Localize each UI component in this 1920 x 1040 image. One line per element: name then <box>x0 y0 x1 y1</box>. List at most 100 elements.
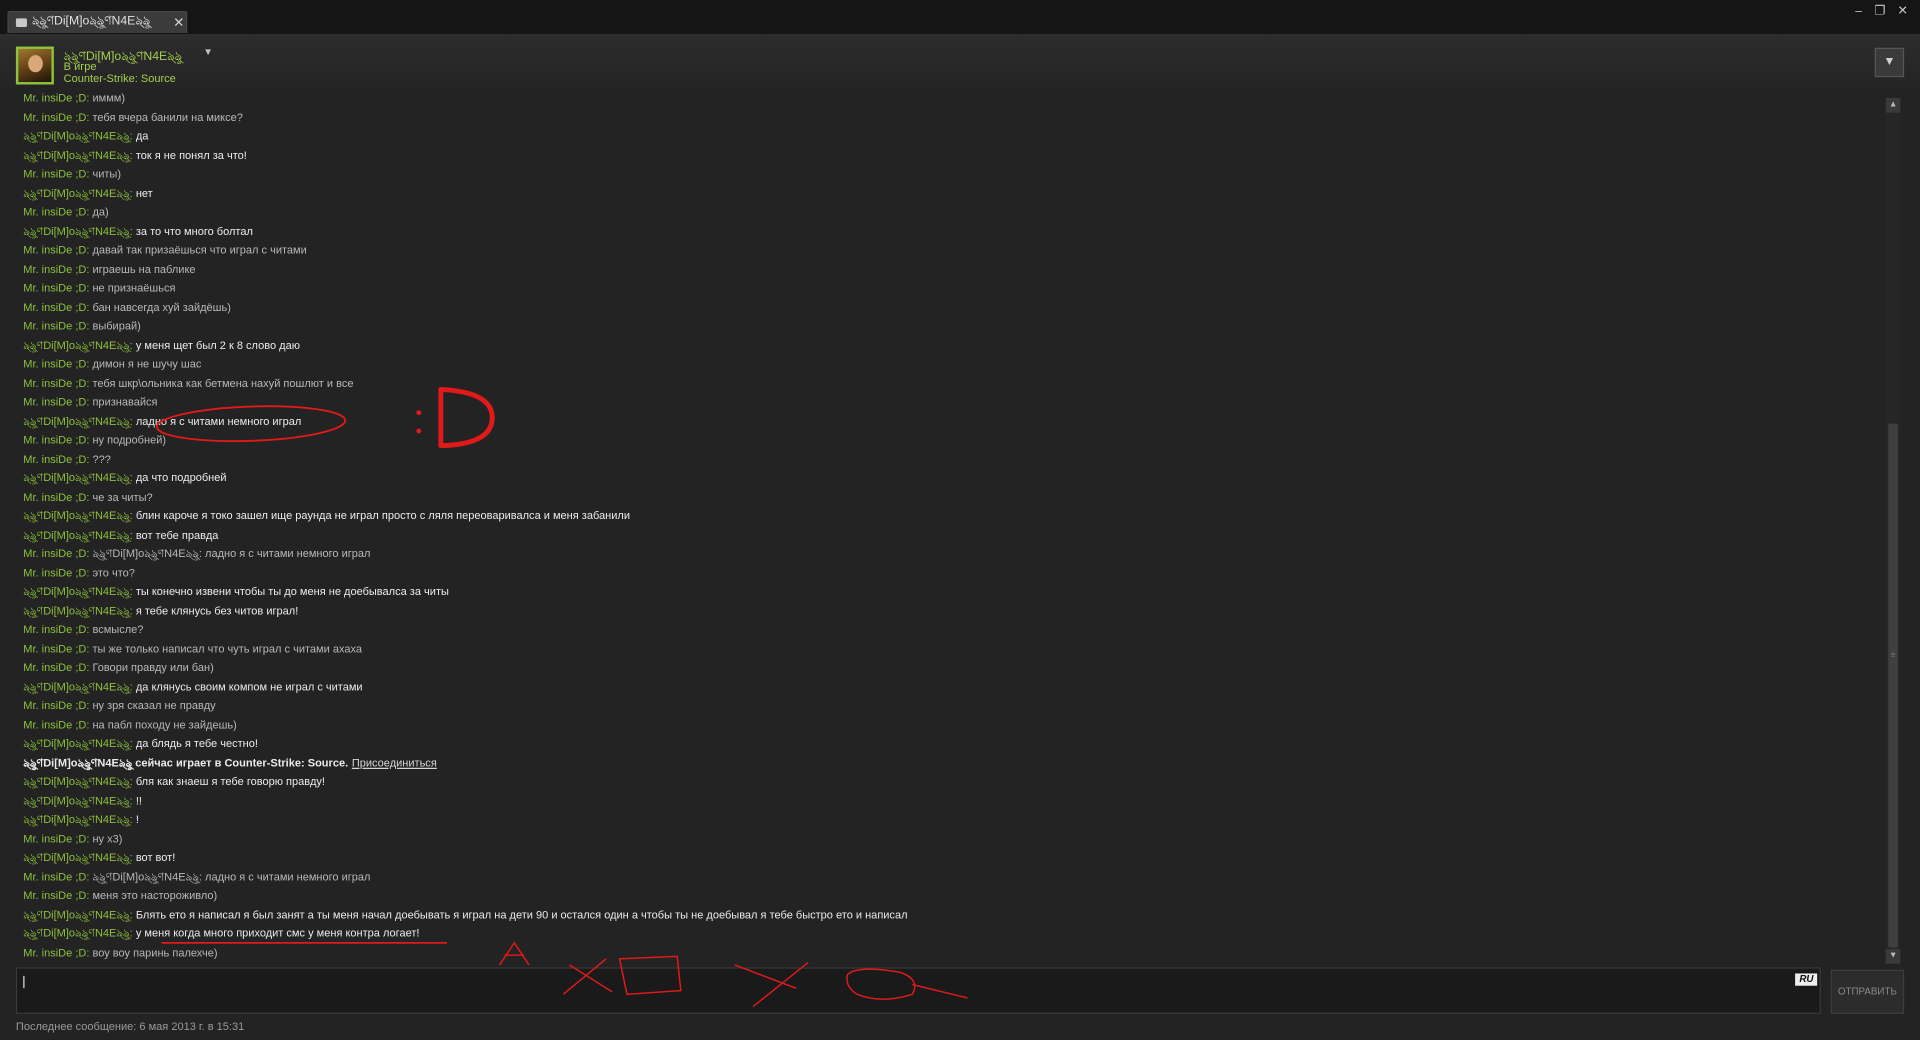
message-sender[interactable]: Mr. insiDe ;D: <box>23 699 89 711</box>
message-text: не признаёшься <box>89 281 176 294</box>
message-text: да) <box>89 205 109 218</box>
message-sender[interactable]: Mr. insiDe ;D: <box>23 320 89 332</box>
scroll-thumb[interactable]: ≡ <box>1888 423 1898 948</box>
chat-message: Mr. insiDe ;D: димон я не шучу шас <box>23 355 201 372</box>
message-sender[interactable]: ঌ্ৡ্ণDi[M]oঌ্ৡ্ণN4Eঌ্ৡ্: <box>23 509 132 521</box>
message-sender[interactable]: ঌ্ৡ্ণDi[M]oঌ্ৡ্ণN4Eঌ্ৡ্: <box>23 813 132 825</box>
message-sender[interactable]: Mr. insiDe ;D: <box>23 946 89 958</box>
message-sender[interactable]: ঌ্ৡ্ণDi[M]oঌ্ৡ্ণN4Eঌ্ৡ্: <box>23 604 132 616</box>
message-text: да клянусь своим компом не играл с читам… <box>132 680 363 693</box>
last-message-timestamp: Последнее сообщение: 6 мая 2013 г. в 15:… <box>15 1020 245 1033</box>
text-caret <box>23 975 25 989</box>
chat-message: Mr. insiDe ;D: ঌ্ৡ্ণDi[M]oঌ্ৡ্ণN4Eঌ্ৡ্: … <box>23 545 370 562</box>
message-sender[interactable]: ঌ্ৡ্ণDi[M]oঌ্ৡ্ণN4Eঌ্ৡ্: <box>23 680 132 692</box>
chat-message: Mr. insiDe ;D: всмысле? <box>23 621 143 638</box>
message-sender[interactable]: ঌ্ৡ্ণDi[M]oঌ্ৡ্ণN4Eঌ্ৡ্: <box>23 471 132 483</box>
message-sender[interactable]: Mr. insiDe ;D: <box>23 358 89 370</box>
chat-message: ঌ্ৡ্ণDi[M]oঌ্ৡ্ণN4Eঌ্ৡ্ сейчас играет в … <box>23 754 437 771</box>
chat-scrollbar[interactable]: ▲ ≡ ▼ <box>1885 97 1901 964</box>
chat-message: ঌ্ৡ্ণDi[M]oঌ্ৡ্ণN4Eঌ্ৡ্: !! <box>23 792 142 809</box>
message-text: ну х3) <box>89 832 123 845</box>
message-sender[interactable]: ঌ্ৡ্ণDi[M]oঌ্ৡ্ণN4Eঌ্ৡ্: <box>23 775 132 787</box>
minimize-button[interactable]: ‒ <box>1855 5 1862 18</box>
message-text: бан навсегда хуй зайдёшь) <box>89 300 231 313</box>
chat-message: ঌ্ৡ্ণDi[M]oঌ্ৡ্ণN4Eঌ্ৡ্: да блядь я тебе… <box>23 735 258 752</box>
restore-button[interactable]: ❐ <box>1874 5 1885 18</box>
message-sender[interactable]: Mr. insiDe ;D: <box>23 168 89 180</box>
message-sender[interactable]: ঌ্ৡ্ণDi[M]oঌ্ৡ্ণN4Eঌ্ৡ্: <box>23 187 132 199</box>
send-button[interactable]: ОТПРАВИТЬ <box>1830 969 1905 1014</box>
message-sender[interactable]: Mr. insiDe ;D: <box>23 718 89 730</box>
message-sender[interactable]: Mr. insiDe ;D: <box>23 244 89 256</box>
friend-avatar[interactable] <box>15 46 54 85</box>
message-text: ! <box>132 813 139 826</box>
message-text: играешь на паблике <box>89 262 196 275</box>
message-text: меня это настороживло) <box>89 888 218 902</box>
scroll-down-icon[interactable]: ▼ <box>1885 948 1901 964</box>
chat-message: Mr. insiDe ;D: на пабл походу не зайдешь… <box>23 716 237 733</box>
message-sender[interactable]: Mr. insiDe ;D: <box>23 433 89 445</box>
message-text: это что? <box>89 566 135 579</box>
close-window-button[interactable]: ✕ <box>1897 5 1907 18</box>
message-sender[interactable]: ঌ্ৡ্ণDi[M]oঌ্ৡ্ণN4Eঌ্ৡ্: <box>23 585 132 597</box>
message-sender[interactable]: Mr. insiDe ;D: <box>23 92 89 104</box>
message-sender[interactable]: Mr. insiDe ;D: <box>23 263 89 275</box>
friend-game: Counter-Strike: Source <box>63 72 176 85</box>
chat-menu-button[interactable]: ▼ <box>1874 47 1905 78</box>
chat-message: ঌ্ৡ্ণDi[M]oঌ্ৡ্ণN4Eঌ্ৡ্: за то что много… <box>23 222 253 239</box>
message-sender[interactable]: Mr. insiDe ;D: <box>23 452 89 464</box>
message-sender[interactable]: ঌ্ৡ্ণDi[M]oঌ্ৡ্ণN4Eঌ্ৡ্: <box>23 339 132 351</box>
message-sender[interactable]: ঌ্ৡ্ণDi[M]oঌ্ৡ্ণN4Eঌ্ৡ্: <box>23 794 132 806</box>
message-sender[interactable]: ঌ্ৡ্ণDi[M]oঌ্ৡ্ণN4Eঌ্ৡ্: <box>23 414 132 426</box>
scroll-up-icon[interactable]: ▲ <box>1885 97 1901 113</box>
message-input[interactable]: RU <box>15 967 1821 1014</box>
title-bar: ঌ্ৡ্ণDi[M]oঌ্ৡ্ণN4Eঌ্ৡ্ ✕ ‒ ❐ ✕ <box>0 0 1920 35</box>
message-sender[interactable]: ঌ্ৡ্ণDi[M]oঌ্ৡ্ণN4Eঌ্ৡ্: <box>23 927 132 939</box>
message-sender[interactable]: ঌ্ৡ্ণDi[M]oঌ্ৡ্ণN4Eঌ্ৡ্: <box>23 737 132 749</box>
message-sender[interactable]: Mr. insiDe ;D: <box>23 301 89 313</box>
chat-tab[interactable]: ঌ্ৡ্ণDi[M]oঌ্ৡ্ণN4Eঌ্ৡ্ ✕ <box>7 11 188 34</box>
friend-dropdown-icon[interactable]: ▼ <box>203 47 213 58</box>
message-text: вот тебе правда <box>132 528 219 541</box>
message-sender[interactable]: ঌ্ৡ্ণDi[M]oঌ্ৡ্ণN4Eঌ্ৡ্: <box>23 149 132 161</box>
chat-message: Mr. insiDe ;D: бан навсегда хуй зайдёшь) <box>23 298 231 315</box>
message-sender[interactable]: Mr. insiDe ;D: <box>23 889 89 901</box>
message-sender[interactable]: Mr. insiDe ;D: <box>23 661 89 673</box>
message-sender[interactable]: ঌ্ৡ্ণDi[M]oঌ্ৡ্ণN4Eঌ্ৡ্ <box>23 756 132 768</box>
message-text: ну подробней) <box>89 433 167 446</box>
message-text: читы) <box>89 167 122 181</box>
message-sender[interactable]: Mr. insiDe ;D: <box>23 547 89 559</box>
message-sender[interactable]: Mr. insiDe ;D: <box>23 623 89 635</box>
friend-status: В игре <box>63 60 97 73</box>
chat-message: ঌ্ৡ্ণDi[M]oঌ্ৡ্ণN4Eঌ্ৡ্: нет <box>23 184 152 201</box>
message-sender[interactable]: Mr. insiDe ;D: <box>23 870 89 882</box>
message-sender[interactable]: ঌ্ৡ্ণDi[M]oঌ্ৡ্ণN4Eঌ্ৡ্: <box>23 528 132 540</box>
message-text: на пабл походу не зайдешь) <box>89 718 237 731</box>
chat-message: Mr. insiDe ;D: ты же только написал что … <box>23 640 362 657</box>
message-text: иммм) <box>89 91 126 105</box>
message-sender[interactable]: Mr. insiDe ;D: <box>23 206 89 218</box>
chat-message: ঌ্ৡ্ণDi[M]oঌ্ৡ্ণN4Eঌ্ৡ্: ладно я с читам… <box>23 412 301 429</box>
message-sender[interactable]: ঌ্ৡ্ণDi[M]oঌ্ৡ্ণN4Eঌ্ৡ্: <box>23 851 132 863</box>
message-sender[interactable]: Mr. insiDe ;D: <box>23 111 89 123</box>
join-game-link[interactable]: Присоединиться <box>352 756 437 768</box>
message-text: ঌ্ৡ্ণDi[M]oঌ্ৡ্ণN4Eঌ্ৡ্: ладно я с читам… <box>89 870 371 883</box>
chat-message: Mr. insiDe ;D: не признаёшься <box>23 279 175 296</box>
chat-message: ঌ্ৡ্ণDi[M]oঌ্ৡ্ণN4Eঌ্ৡ্: блин кароче я т… <box>23 507 630 524</box>
message-sender[interactable]: ঌ্ৡ্ণDi[M]oঌ্ৡ্ণN4Eঌ্ৡ্: <box>23 130 132 142</box>
message-sender[interactable]: Mr. insiDe ;D: <box>23 642 89 654</box>
message-text: ну зря сказал не правду <box>89 699 216 712</box>
message-sender[interactable]: ঌ্ৡ্ণDi[M]oঌ্ৡ্ণN4Eঌ্ৡ্: <box>23 908 132 920</box>
chat-message: Mr. insiDe ;D: читы) <box>23 165 121 182</box>
message-text: воу воу паринь палехче) <box>89 945 218 959</box>
message-sender[interactable]: Mr. insiDe ;D: <box>23 282 89 294</box>
message-sender[interactable]: Mr. insiDe ;D: <box>23 566 89 578</box>
message-sender[interactable]: ঌ্ৡ্ণDi[M]oঌ্ৡ্ণN4Eঌ্ৡ্: <box>23 225 132 237</box>
message-sender[interactable]: Mr. insiDe ;D: <box>23 832 89 844</box>
message-text: блин кароче я токо зашел ище раунда не и… <box>132 509 631 522</box>
message-sender[interactable]: Mr. insiDe ;D: <box>23 377 89 389</box>
message-sender[interactable]: Mr. insiDe ;D: <box>23 396 89 408</box>
message-sender[interactable]: Mr. insiDe ;D: <box>23 490 89 502</box>
tab-close-icon[interactable]: ✕ <box>171 15 186 31</box>
message-text: нет <box>132 186 153 199</box>
